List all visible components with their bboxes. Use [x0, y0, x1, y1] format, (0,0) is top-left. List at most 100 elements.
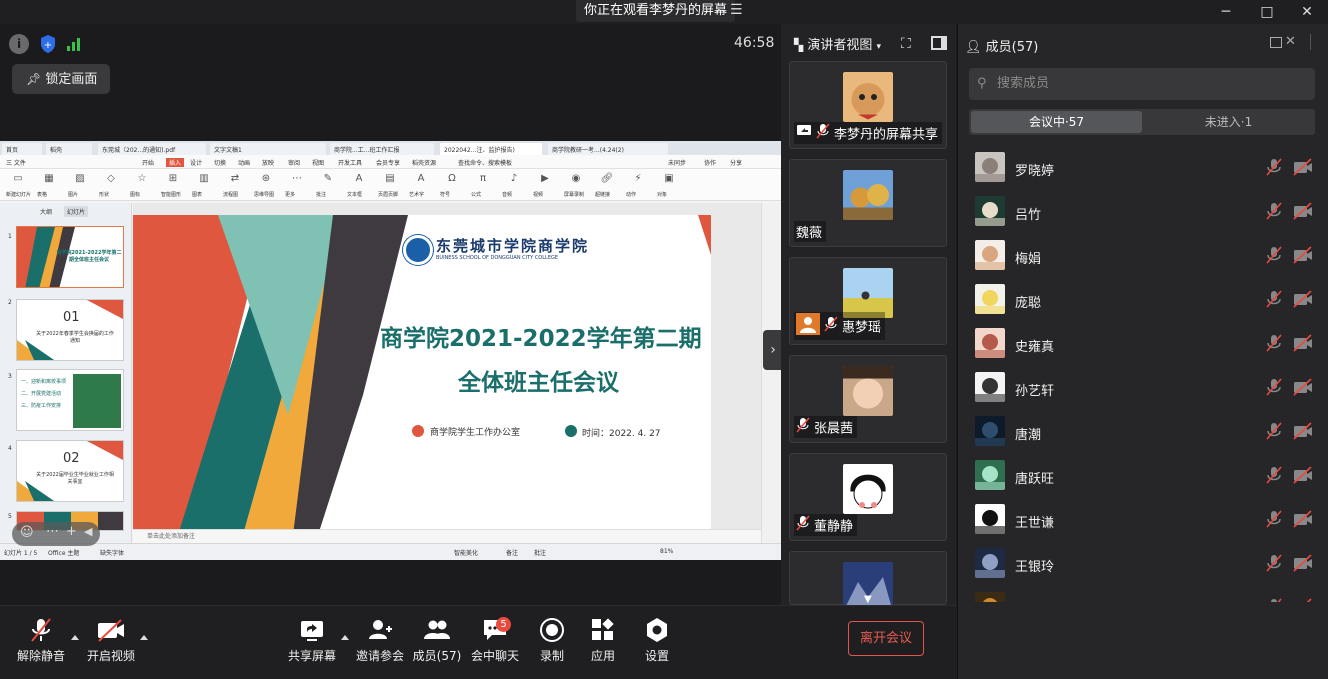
camera-off-icon[interactable] [1293, 334, 1313, 352]
mic-off-icon[interactable] [1265, 466, 1283, 484]
member-row[interactable]: 梅娟 [957, 234, 1327, 278]
camera-off-icon[interactable] [1293, 202, 1313, 220]
mic-off-icon[interactable] [1265, 246, 1283, 264]
wps-menu-item[interactable]: 插入 [166, 158, 185, 167]
ribbon-icon[interactable]: π [475, 173, 491, 184]
info-icon[interactable]: i [9, 34, 29, 54]
maximize-icon[interactable]: □ [1255, 2, 1279, 22]
member-row[interactable]: 史雍真 [957, 322, 1327, 366]
wps-menu-item[interactable]: 切换 [214, 158, 226, 167]
ribbon-icon[interactable]: ▨ [72, 173, 88, 184]
ribbon-icon[interactable]: ▣ [661, 173, 677, 184]
wps-menu-item[interactable]: 分享 [730, 158, 742, 167]
wps-menu-item[interactable]: 三 文件 [6, 158, 26, 167]
camera-off-icon[interactable] [1293, 598, 1313, 602]
video-tile[interactable]: 李梦丹的屏幕共享 [789, 61, 947, 149]
emoji-icon[interactable]: ☺ [20, 525, 34, 540]
ribbon-icon[interactable]: ⇄ [227, 173, 243, 184]
wps-menu-item[interactable]: 放映 [262, 158, 274, 167]
wps-menu-item[interactable]: 设计 [190, 158, 202, 167]
outline-tab[interactable]: 大纲 [40, 207, 52, 216]
ribbon-icon[interactable]: Ω [444, 173, 460, 184]
ribbon-icon[interactable]: ♪ [506, 173, 522, 184]
wps-tab[interactable]: 稻壳 [46, 143, 92, 155]
wps-menu-item[interactable]: 稻壳资源 [412, 158, 436, 167]
wps-menu-item[interactable]: 查找命令、搜索模板 [458, 158, 512, 167]
wps-tab[interactable]: 东莞城（202...的通知).pdf [98, 143, 206, 155]
presenter-view-dropdown[interactable]: ▚ 演讲者视图 ▾ [794, 34, 881, 53]
start-video-button[interactable]: 开启视频 [76, 617, 146, 664]
mic-off-icon[interactable] [1265, 378, 1283, 396]
more-icon[interactable]: ⋯ [46, 524, 59, 539]
lock-view-button[interactable]: 📌︎ 锁定画面 [12, 64, 110, 94]
slide-thumbnail[interactable]: 商学院2021-2022学年第二期全体班主任会议 [16, 226, 124, 288]
member-row[interactable]: 罗晓婷 [957, 146, 1327, 190]
ribbon-icon[interactable]: ⚡︎ [630, 173, 646, 184]
wps-tab[interactable]: 首页 [2, 143, 42, 155]
mic-off-icon[interactable] [1265, 334, 1283, 352]
wps-menu-item[interactable]: 视图 [312, 158, 324, 167]
mic-off-icon[interactable] [1265, 554, 1283, 572]
slide-thumbnail[interactable]: 一、迎新和离校事项 二、开展党建活动 三、防疫工作安排 [16, 369, 124, 431]
camera-off-icon[interactable] [1293, 246, 1313, 264]
sidebar-toggle-icon[interactable] [931, 36, 947, 50]
mic-off-icon[interactable] [1265, 158, 1283, 176]
camera-off-icon[interactable] [1293, 378, 1313, 396]
popout-icon[interactable] [1270, 37, 1282, 48]
slide-canvas[interactable]: 东莞城市学院商学院 BUINESS SCHOOL OF DONGGUAN CIT… [133, 215, 711, 535]
share-screen-button[interactable]: 共享屏幕 [277, 617, 347, 664]
wps-tab[interactable]: 商学院教研一考...(4.24(2) [548, 143, 668, 155]
close-panel-icon[interactable]: ✕ [1285, 34, 1296, 49]
close-icon[interactable]: ✕ [1295, 2, 1319, 22]
mic-off-icon[interactable] [1265, 598, 1283, 602]
menu-icon[interactable]: ☰ [730, 2, 746, 18]
member-row[interactable]: 吕竹 [957, 190, 1327, 234]
chevron-up-icon[interactable] [140, 635, 148, 640]
camera-off-icon[interactable] [1293, 466, 1313, 484]
camera-off-icon[interactable] [1293, 422, 1313, 440]
member-row[interactable]: 温海平 [957, 586, 1327, 602]
wps-menu-item[interactable]: 会员专享 [376, 158, 400, 167]
ribbon-icon[interactable]: ▭ [10, 173, 26, 184]
member-search-input[interactable]: ⚲ 搜索成员 [969, 68, 1315, 100]
wps-menu-item[interactable]: 开始 [142, 158, 154, 167]
collapse-left-icon[interactable]: ◀ [84, 525, 92, 538]
wps-menu-item[interactable]: 动画 [238, 158, 250, 167]
camera-off-icon[interactable] [1293, 290, 1313, 308]
ribbon-icon[interactable]: ⊛ [258, 173, 274, 184]
wps-menu-item[interactable]: 开发工具 [338, 158, 362, 167]
mic-off-icon[interactable] [1265, 510, 1283, 528]
member-row[interactable]: 孙艺轩 [957, 366, 1327, 410]
fullscreen-icon[interactable]: ⛶ [901, 36, 911, 52]
notes-area[interactable]: 单击此处添加备注 [133, 529, 761, 543]
tab-not-joined[interactable]: 未进入·1 [1144, 111, 1313, 133]
shield-icon[interactable]: + [38, 34, 58, 54]
ribbon-icon[interactable]: A [413, 173, 429, 184]
unmute-button[interactable]: 解除静音 [6, 617, 76, 664]
ribbon-icon[interactable]: A [351, 173, 367, 184]
wps-tab[interactable]: 文字文稿1 [210, 143, 326, 155]
ribbon-icon[interactable]: ▤ [382, 173, 398, 184]
slide-thumbnail[interactable]: 02 关于2022届毕业生毕业就业工作相关事宜 [16, 440, 124, 502]
tab-in-meeting[interactable]: 会议中·57 [971, 111, 1142, 133]
video-tile[interactable]: 张晨茜 [789, 355, 947, 443]
video-tile[interactable]: 惠梦瑶 [789, 257, 947, 345]
wps-menu-item[interactable]: 未同步 [668, 158, 686, 167]
member-row[interactable]: 庞聪 [957, 278, 1327, 322]
member-row[interactable]: 唐潮 [957, 410, 1327, 454]
ribbon-icon[interactable]: ▶ [537, 173, 553, 184]
camera-off-icon[interactable] [1293, 554, 1313, 572]
member-row[interactable]: 王世谦 [957, 498, 1327, 542]
ribbon-icon[interactable]: 🔗︎ [599, 173, 615, 184]
leave-meeting-button[interactable]: 离开会议 [848, 621, 924, 656]
chevron-down-icon[interactable]: ▼ [864, 594, 872, 605]
mic-off-icon[interactable] [1265, 290, 1283, 308]
slide-thumbnail[interactable]: 01 关于2022年春季学生会换届的工作通知 [16, 299, 124, 361]
wps-tab[interactable]: 2022042...注、监护报告) [440, 143, 542, 155]
ribbon-icon[interactable]: ✎ [320, 173, 336, 184]
collapse-panel-icon[interactable]: › [763, 330, 783, 370]
camera-off-icon[interactable] [1293, 158, 1313, 176]
ribbon-icon[interactable]: ▦ [41, 173, 57, 184]
ribbon-icon[interactable]: ☆ [134, 173, 150, 184]
add-icon[interactable]: + [66, 524, 77, 539]
